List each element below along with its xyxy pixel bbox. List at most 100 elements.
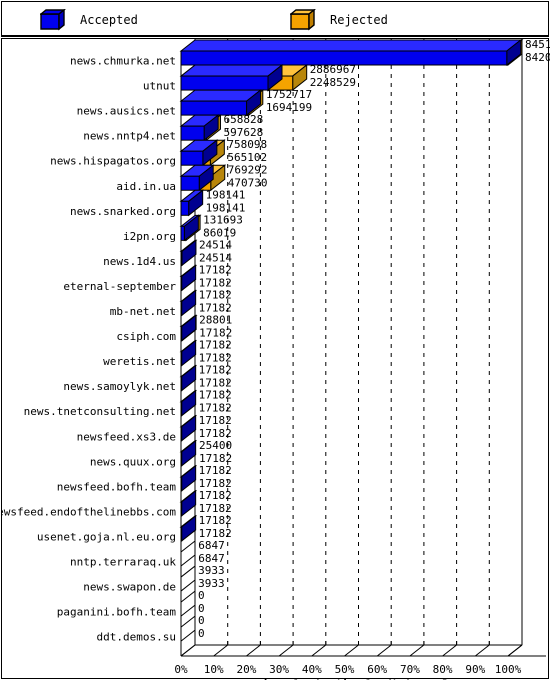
category-label: news.quux.org	[90, 455, 176, 468]
cube-icon	[40, 9, 66, 31]
bar-segment-accepted	[179, 414, 198, 442]
category-label: news.nntp4.net	[83, 130, 176, 143]
category-label: weretis.net	[103, 355, 176, 368]
value-label-accepted: 2248529	[310, 76, 356, 89]
value-label-accepted: 470730	[228, 176, 268, 189]
bar-segment-accepted	[179, 189, 205, 217]
cube-icon	[290, 9, 316, 31]
value-label-total: 17182	[199, 389, 232, 402]
bar-segment-accepted	[179, 114, 220, 142]
category-label: i2pn.org	[123, 230, 176, 243]
value-label-accepted: 17182	[199, 452, 232, 465]
category-label: ddt.demos.su	[97, 631, 176, 644]
value-label-total: 2886967	[310, 63, 356, 76]
bar-empty	[180, 565, 196, 593]
value-label-accepted: 0	[198, 627, 205, 640]
chart-canvas: news.chmurka.net 84518128420115 utnut 28869…	[2, 39, 550, 680]
bar-segment-accepted	[179, 89, 262, 117]
category-label: news.ausics.net	[77, 105, 176, 118]
legend-item-accepted: Accepted	[40, 8, 138, 32]
value-label-total: 0	[198, 614, 205, 627]
value-label-accepted: 17182	[199, 302, 232, 315]
category-label: newsfeed.xs3.de	[77, 430, 176, 443]
bar-segment-accepted	[179, 39, 523, 67]
category-label: news.samoylyk.net	[63, 380, 176, 393]
category-label: mb-net.net	[110, 305, 176, 318]
value-label-total: 769292	[228, 163, 268, 176]
chart-legend: Accepted Rejected	[1, 1, 549, 37]
category-label: news.tnetconsulting.net	[24, 405, 176, 418]
value-label-total: 17182	[199, 263, 232, 276]
value-label-accepted: 17182	[199, 477, 232, 490]
category-label: usenet.goja.nl.eu.org	[37, 530, 176, 543]
value-label-accepted: 86019	[203, 226, 236, 239]
category-label: news.hispagatos.org	[50, 155, 176, 168]
value-label-total: 17182	[199, 289, 232, 302]
category-label: nntp.terraraq.uk	[70, 556, 176, 569]
category-label: news.snarked.org	[70, 205, 176, 218]
value-label-accepted: 6847	[198, 552, 225, 565]
value-label-total: 6847	[198, 539, 225, 552]
x-axis-tick-label: 10%	[204, 663, 224, 676]
value-label-accepted: 0	[198, 602, 205, 615]
category-label: utnut	[143, 80, 176, 93]
bar-segment-accepted	[179, 264, 198, 292]
bar-segment-accepted	[179, 489, 198, 517]
value-label-total: 17182	[199, 414, 232, 427]
value-label-total: 24514	[199, 238, 232, 251]
value-label-total: 198141	[206, 188, 246, 201]
value-label-accepted: 17182	[199, 377, 232, 390]
category-label: paganini.bofh.team	[57, 606, 177, 619]
x-axis-tick-label: 100%	[495, 663, 522, 676]
value-label-total: 1752717	[266, 88, 312, 101]
value-label-accepted: 565102	[227, 151, 267, 164]
bar-segment-accepted	[179, 239, 198, 267]
value-label-accepted: 597628	[223, 126, 263, 139]
x-axis-tick-label: 80%	[433, 663, 453, 676]
category-label: news.swapon.de	[83, 581, 176, 594]
value-label-accepted: 24514	[199, 251, 232, 264]
value-label-total: 3933	[198, 564, 225, 577]
category-label: aid.in.ua	[116, 180, 176, 193]
bar-segment-accepted	[179, 464, 198, 492]
bar-empty	[180, 539, 196, 568]
bar-segment-accepted	[179, 314, 198, 342]
value-label-accepted: 17182	[199, 327, 232, 340]
x-axis-tick-label: 60%	[367, 663, 387, 676]
value-label-accepted: 8420115	[525, 51, 550, 64]
bar-empty	[180, 615, 196, 643]
value-label-accepted: 17182	[199, 527, 232, 540]
value-label-accepted: 198141	[206, 201, 246, 214]
category-label: news.1d4.us	[103, 255, 176, 268]
value-label-total: 25400	[199, 439, 232, 452]
category-label: csiph.com	[116, 330, 176, 343]
category-label: newsfeed.bofh.team	[57, 480, 177, 493]
value-label-accepted: 1694199	[266, 101, 312, 114]
legend-label-rejected: Rejected	[330, 13, 388, 27]
value-label-total: 658828	[223, 113, 263, 126]
value-label-accepted: 17182	[199, 352, 232, 365]
bar-segment-accepted	[179, 64, 284, 92]
value-label-total: 758098	[227, 138, 267, 151]
value-label-total: 17182	[199, 464, 232, 477]
bar-segment-accepted	[179, 339, 198, 367]
value-label-accepted: 17182	[199, 427, 232, 440]
bar-segment-accepted	[179, 289, 198, 317]
value-label-total: 0	[198, 589, 205, 602]
value-label-total: 8451812	[525, 39, 550, 51]
chart-plot-frame: news.chmurka.net 84518128420115 utnut 28869…	[1, 38, 550, 680]
legend-label-accepted: Accepted	[80, 13, 138, 27]
bar-segment-accepted	[179, 514, 198, 542]
category-label: news.chmurka.net	[70, 55, 176, 68]
bar-empty	[180, 590, 196, 618]
value-label-total: 28801	[199, 314, 232, 327]
value-label-total: 17182	[199, 514, 232, 527]
category-label: newsfeed.endofthelinebbs.com	[2, 505, 176, 518]
x-axis-tick-label: 90%	[465, 663, 485, 676]
value-label-accepted: 3933	[198, 577, 225, 590]
value-label-total: 17182	[199, 339, 232, 352]
x-axis-tick-label: 40%	[302, 663, 322, 676]
legend-item-rejected: Rejected	[290, 8, 388, 32]
value-label-total: 131693	[203, 213, 243, 226]
x-axis-tick-label: 20%	[236, 663, 256, 676]
